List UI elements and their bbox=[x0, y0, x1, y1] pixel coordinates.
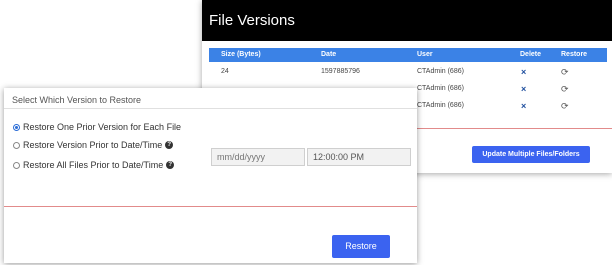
column-user: User bbox=[417, 51, 433, 58]
time-input[interactable] bbox=[307, 148, 411, 166]
column-delete: Delete bbox=[520, 51, 542, 58]
column-restore: Restore bbox=[561, 51, 588, 58]
table-header: Size (Bytes) Date User Delete Restore bbox=[209, 48, 607, 62]
restore-button[interactable]: Restore bbox=[332, 235, 390, 258]
restore-dialog: Select Which Version to Restore Restore … bbox=[4, 88, 417, 263]
option-restore-version-prior-date[interactable]: Restore Version Prior to Date/Time ? bbox=[13, 140, 174, 150]
option-label: Restore One Prior Version for Each File bbox=[23, 122, 182, 132]
update-multiple-button[interactable]: Update Multiple Files/Folders bbox=[472, 146, 590, 163]
restore-dialog-header-divider bbox=[4, 108, 417, 109]
restore-dialog-divider bbox=[4, 206, 417, 207]
date-input[interactable] bbox=[211, 148, 305, 166]
option-label: Restore All Files Prior to Date/Time bbox=[23, 160, 164, 170]
column-date: Date bbox=[321, 51, 337, 58]
file-versions-title: File Versions bbox=[202, 0, 612, 41]
cell-user: CTAdmin (686) bbox=[417, 102, 464, 109]
help-icon[interactable]: ? bbox=[166, 161, 175, 169]
option-label: Restore Version Prior to Date/Time bbox=[23, 140, 163, 150]
radio-restore-one-prior[interactable] bbox=[13, 123, 20, 131]
radio-restore-version-prior-date[interactable] bbox=[13, 141, 20, 149]
delete-icon[interactable]: × bbox=[521, 96, 526, 116]
option-restore-one-prior[interactable]: Restore One Prior Version for Each File bbox=[13, 122, 181, 132]
table-row: 24 1597885796 CTAdmin (686) × ⟳ bbox=[209, 62, 607, 79]
restore-dialog-title: Select Which Version to Restore bbox=[12, 95, 142, 105]
column-size: Size (Bytes) bbox=[221, 51, 261, 58]
help-icon[interactable]: ? bbox=[165, 141, 174, 149]
restore-icon[interactable]: ⟳ bbox=[561, 96, 569, 116]
option-restore-all-prior-date[interactable]: Restore All Files Prior to Date/Time ? bbox=[13, 160, 175, 170]
radio-restore-all-prior-date[interactable] bbox=[13, 161, 20, 169]
